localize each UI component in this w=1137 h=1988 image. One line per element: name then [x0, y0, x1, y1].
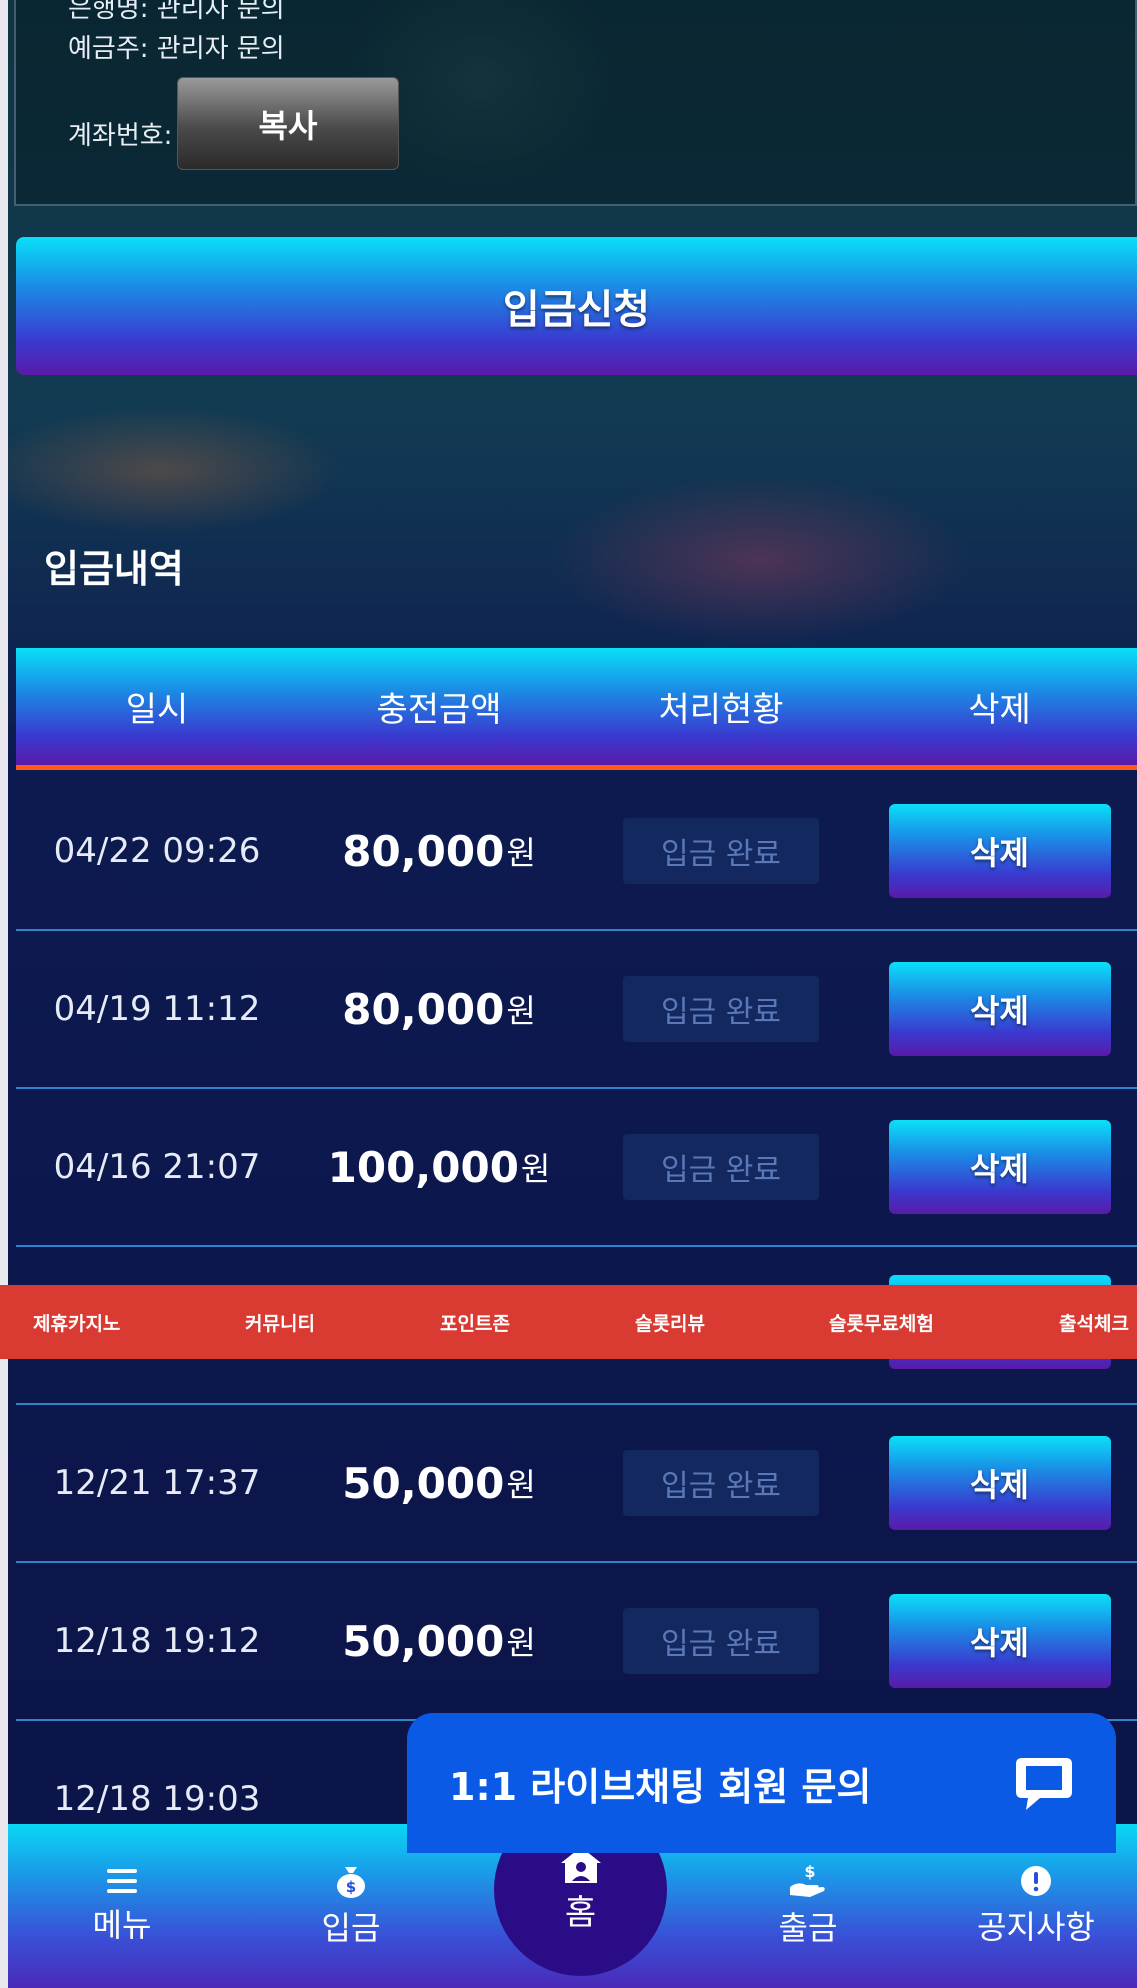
account-info-box: 은행명: 관리자 문의 예금주: 관리자 문의 계좌번호: 복사	[14, 0, 1137, 206]
delete-button[interactable]: 삭제	[888, 804, 1111, 898]
row-status: 입금 완료	[623, 976, 819, 1042]
header-amount: 충전금액	[376, 690, 502, 730]
row-date: 04/19 11:12	[53, 989, 261, 1029]
hamburger-icon	[107, 1869, 137, 1893]
row-amount: 80,000	[342, 984, 505, 1034]
account-holder-text: 예금주: 관리자 문의	[68, 34, 285, 64]
table-row: 04/19 11:12 80,000 원 입금 완료 삭제	[16, 931, 1137, 1089]
banner-link-point-zone[interactable]: 포인트존	[440, 1285, 510, 1359]
nav-withdraw-label: 출금	[778, 1909, 838, 1947]
deposit-apply-button[interactable]: 입금신청	[16, 237, 1137, 375]
delete-button[interactable]: 삭제	[888, 962, 1111, 1056]
live-chat-button[interactable]: 1:1 라이브채팅 회원 문의	[407, 1713, 1116, 1853]
banner-link-slot-free-trial[interactable]: 슬롯무료체험	[829, 1285, 934, 1359]
row-amount: 100,000	[327, 1142, 519, 1192]
page-background: 은행명: 관리자 문의 예금주: 관리자 문의 계좌번호: 복사 입금신청 입금…	[0, 0, 1137, 1988]
live-chat-label: 1:1 라이브채팅 회원 문의	[449, 1764, 872, 1809]
header-delete: 삭제	[968, 690, 1031, 730]
header-status: 처리현황	[658, 690, 784, 730]
nav-menu-label: 메뉴	[92, 1906, 152, 1944]
banner-link-slot-review[interactable]: 슬롯리뷰	[635, 1285, 705, 1359]
nav-menu[interactable]: 메뉴	[22, 1824, 222, 1988]
table-row: 12/18 19:12 50,000 원 입금 완료 삭제	[16, 1563, 1137, 1721]
row-status: 입금 완료	[623, 1134, 819, 1200]
deposit-history-title: 입금내역	[44, 547, 184, 591]
delete-button[interactable]: 삭제	[888, 1436, 1111, 1530]
nav-home-label: 홈	[564, 1893, 597, 1933]
currency-unit: 원	[506, 1466, 536, 1504]
delete-button[interactable]: 삭제	[888, 1120, 1111, 1214]
currency-unit: 원	[506, 992, 536, 1030]
table-row: 04/22 09:26 80,000 원 입금 완료 삭제	[16, 773, 1137, 931]
hand-coin-icon: $	[790, 1863, 825, 1897]
row-amount: 50,000	[342, 1616, 505, 1666]
row-status: 입금 완료	[623, 818, 819, 884]
table-row: 12/21 17:37 50,000 원 입금 완료 삭제	[16, 1405, 1137, 1563]
nav-deposit-label: 입금	[321, 1909, 381, 1947]
currency-unit: 원	[506, 1624, 536, 1662]
row-date: 12/21 17:37	[53, 1463, 261, 1503]
delete-button[interactable]: 삭제	[888, 1594, 1111, 1688]
row-status: 입금 완료	[623, 1450, 819, 1516]
copy-button[interactable]: 복사	[177, 77, 399, 170]
row-date: 12/18 19:12	[53, 1621, 261, 1661]
header-date: 일시	[125, 690, 189, 730]
history-table-header: 일시 충전금액 처리현황 삭제	[16, 648, 1137, 770]
banner-link-attendance[interactable]: 출석체크	[1059, 1285, 1129, 1359]
banner-link-partner-casino[interactable]: 제휴카지노	[33, 1285, 120, 1359]
table-row: 04/16 21:07 100,000 원 입금 완료 삭제	[16, 1089, 1137, 1247]
nav-notice-label: 공지사항	[977, 1908, 1095, 1946]
chat-bubble-icon	[1016, 1758, 1072, 1810]
row-date: 04/16 21:07	[53, 1147, 261, 1187]
account-number-label: 계좌번호:	[68, 121, 173, 151]
row-status: 입금 완료	[623, 1608, 819, 1674]
row-date: 12/18 19:03	[53, 1779, 261, 1819]
row-amount: 80,000	[342, 826, 505, 876]
bank-name-text: 은행명: 관리자 문의	[68, 0, 285, 24]
row-date: 04/22 09:26	[53, 831, 261, 871]
svg-text:$: $	[346, 1878, 356, 1896]
banner-link-community[interactable]: 커뮤니티	[245, 1285, 315, 1359]
row-amount: 50,000	[342, 1458, 505, 1508]
currency-unit: 원	[506, 834, 536, 872]
svg-text:$: $	[804, 1863, 815, 1881]
quick-link-banner: 제휴카지노 커뮤니티 포인트존 슬롯리뷰 슬롯무료체험 출석체크	[0, 1285, 1137, 1359]
left-edge	[0, 0, 8, 1988]
alert-circle-icon	[1021, 1866, 1051, 1896]
money-bag-icon: $	[337, 1867, 365, 1898]
currency-unit: 원	[520, 1150, 551, 1188]
